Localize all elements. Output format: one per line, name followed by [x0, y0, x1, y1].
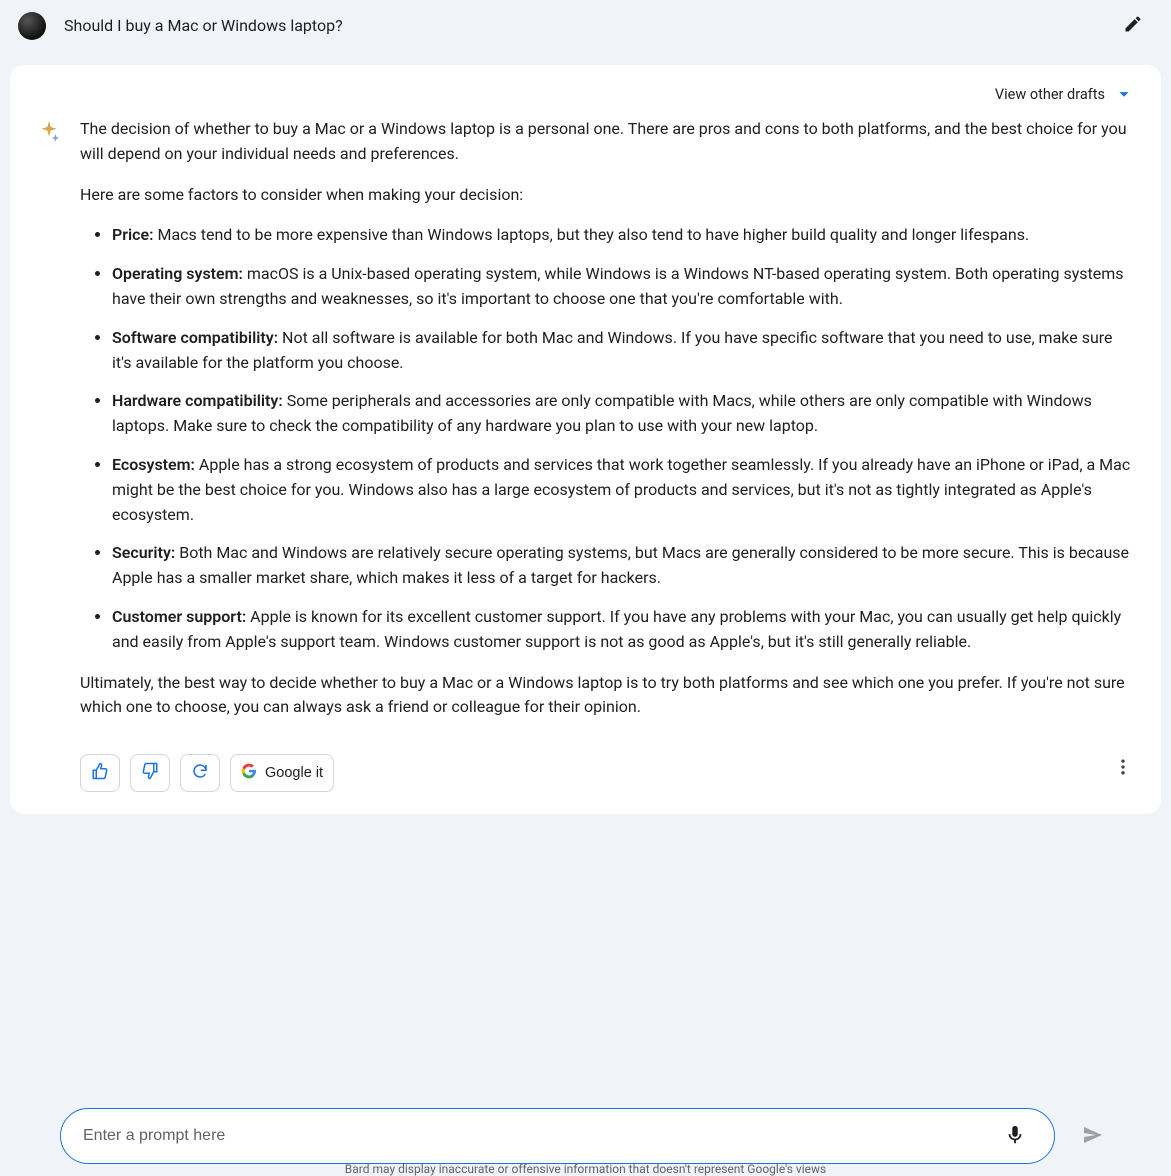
prompt-input[interactable] [83, 1127, 998, 1145]
thumbs-up-icon [91, 762, 109, 784]
response-lead: Here are some factors to consider when m… [80, 183, 1135, 208]
list-item: Software compatibility: Not all software… [112, 326, 1135, 376]
thumbs-down-icon [141, 762, 159, 784]
edit-prompt-button[interactable] [1115, 6, 1151, 45]
list-item: Price: Macs tend to be more expensive th… [112, 223, 1135, 248]
list-item: Customer support: Apple is known for its… [112, 605, 1135, 655]
disclaimer-text: Bard may display inaccurate or offensive… [0, 1162, 1171, 1176]
prompt-row: Should I buy a Mac or Windows laptop? [0, 0, 1171, 51]
response-intro: The decision of whether to buy a Mac or … [80, 117, 1135, 167]
send-button[interactable] [1075, 1117, 1111, 1156]
more-options-button[interactable] [1107, 751, 1139, 786]
chevron-down-icon [1113, 83, 1135, 105]
user-avatar [18, 12, 46, 40]
thumbs-up-button[interactable] [80, 754, 120, 792]
response-outro: Ultimately, the best way to decide wheth… [80, 671, 1135, 721]
prompt-text: Should I buy a Mac or Windows laptop? [64, 16, 1115, 35]
prompt-input-container [60, 1108, 1055, 1164]
pencil-icon [1123, 14, 1143, 37]
response-card: View other drafts The decision of whethe… [10, 65, 1161, 814]
list-item: Ecosystem: Apple has a strong ecosystem … [112, 453, 1135, 527]
factors-list: Price: Macs tend to be more expensive th… [80, 223, 1135, 654]
response-actions: Google it [80, 754, 1135, 792]
drafts-label: View other drafts [995, 86, 1105, 103]
mic-button[interactable] [998, 1118, 1032, 1155]
google-logo-icon [241, 763, 257, 783]
more-vert-icon [1113, 765, 1133, 780]
response-content: The decision of whether to buy a Mac or … [80, 117, 1135, 736]
list-item: Operating system: macOS is a Unix-based … [112, 262, 1135, 312]
list-item: Security: Both Mac and Windows are relat… [112, 541, 1135, 591]
mic-icon [1004, 1124, 1026, 1149]
view-drafts-toggle[interactable]: View other drafts [36, 83, 1135, 105]
send-icon [1081, 1123, 1105, 1150]
google-it-button[interactable]: Google it [230, 754, 334, 792]
list-item: Hardware compatibility: Some peripherals… [112, 389, 1135, 439]
thumbs-down-button[interactable] [130, 754, 170, 792]
refresh-icon [191, 762, 209, 784]
input-area: Bard may display inaccurate or offensive… [0, 1108, 1171, 1168]
sparkle-icon [36, 119, 62, 736]
google-it-label: Google it [265, 765, 323, 781]
regenerate-button[interactable] [180, 754, 220, 792]
